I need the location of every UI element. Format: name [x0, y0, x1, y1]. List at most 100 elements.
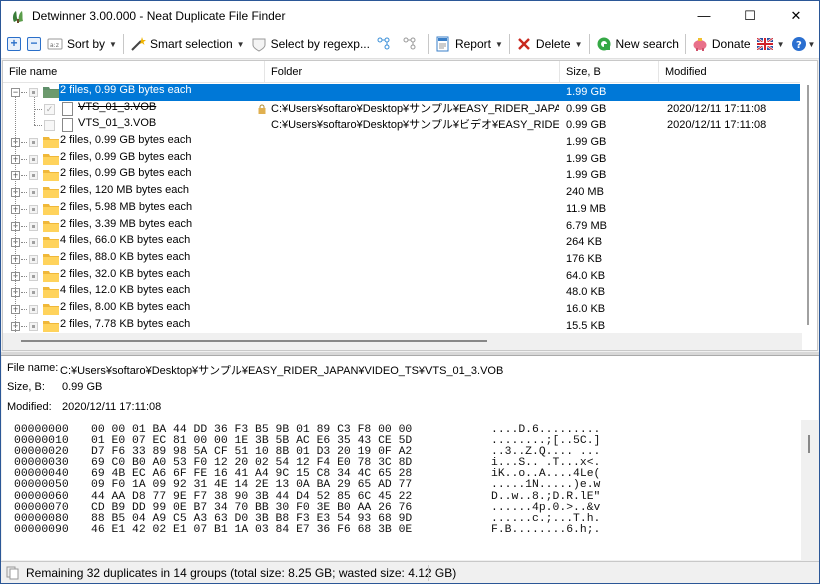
- tree-connector: [21, 208, 27, 210]
- group-row[interactable]: +2 files, 120 MB bytes each 240 MB: [3, 184, 802, 201]
- group-row[interactable]: +2 files, 32.0 KB bytes each 64.0 KB: [3, 268, 802, 285]
- sort-by-button[interactable]: a:z Sort by ▼: [44, 32, 120, 56]
- hex-bytes: 09 F0 1A 09 92 31 4E 14 2E 13 0A BA 29 6…: [91, 479, 413, 492]
- group-checkbox[interactable]: [29, 138, 38, 148]
- smart-selection-button[interactable]: Smart selection ▼: [127, 32, 248, 56]
- group-checkbox[interactable]: [29, 304, 38, 314]
- modified-label: Modified:: [7, 401, 52, 413]
- tree-connector: [34, 113, 35, 126]
- group-label: 2 files, 3.39 MB bytes each: [60, 217, 193, 230]
- group-row[interactable]: +2 files, 3.39 MB bytes each 6.79 MB: [3, 218, 802, 235]
- title-bar: Detwinner 3.00.000 - Neat Duplicate File…: [1, 1, 819, 30]
- vertical-scrollbar[interactable]: [800, 61, 817, 350]
- donate-label: Donate: [711, 37, 751, 51]
- tree-connector: [34, 96, 35, 114]
- status-bar: Remaining 32 duplicates in 14 groups (to…: [1, 561, 819, 583]
- file-folder: C:¥Users¥softaro¥Desktop¥サンプル¥ビデオ¥EASY_R…: [271, 119, 559, 132]
- folder-icon: [43, 236, 59, 249]
- file-icon: [62, 118, 73, 133]
- group-size: 6.79 MB: [566, 219, 607, 232]
- smart-selection-label: Smart selection: [149, 37, 233, 51]
- piggy-bank-icon: [693, 38, 707, 51]
- group-checkbox[interactable]: [29, 88, 38, 97]
- hex-viewer[interactable]: 00000000 00 00 01 BA 44 DD 36 F3 B5 9B 01…: [14, 424, 601, 536]
- close-button[interactable]: ✕: [773, 1, 819, 30]
- app-logo-icon: [12, 10, 23, 23]
- group-checkbox[interactable]: [29, 254, 38, 264]
- group-row[interactable]: +2 files, 8.00 KB bytes each 16.0 KB: [3, 301, 802, 318]
- column-folder[interactable]: Folder: [265, 61, 560, 83]
- folder-icon: [43, 203, 59, 215]
- scrollbar-thumb[interactable]: [807, 85, 809, 325]
- help-button[interactable]: ? ▼: [788, 32, 819, 56]
- group-checkbox[interactable]: [29, 154, 38, 164]
- group-label: 2 files, 0.99 GB bytes each: [60, 134, 192, 147]
- file-row[interactable]: VTS_01_3.VOB C:¥Users¥softaro¥Desktop¥サンプ…: [3, 113, 802, 134]
- collapse-all-button[interactable]: −: [24, 32, 44, 56]
- group-checkbox[interactable]: [29, 271, 38, 281]
- column-size[interactable]: Size, B: [560, 61, 659, 83]
- scrollbar-thumb[interactable]: [21, 340, 487, 342]
- group-row[interactable]: −2 files, 0.99 GB bytes each 1.99 GB: [3, 84, 802, 101]
- group-row[interactable]: +2 files, 0.99 GB bytes each 1.99 GB: [3, 151, 802, 168]
- group-row[interactable]: +4 files, 12.0 KB bytes each 48.0 KB: [3, 284, 802, 301]
- scrollbar-thumb[interactable]: [808, 435, 810, 453]
- tree-connector: [21, 242, 27, 244]
- group-row[interactable]: +4 files, 66.0 KB bytes each 264 KB: [3, 234, 802, 251]
- group-row[interactable]: +2 files, 5.98 MB bytes each 11.9 MB: [3, 201, 802, 218]
- language-button[interactable]: ▼: [754, 32, 788, 56]
- group-checkbox[interactable]: [29, 221, 38, 231]
- duplicates-tree[interactable]: File name Folder Size, B Modified −2 fil…: [2, 60, 818, 351]
- group-checkbox[interactable]: [29, 171, 38, 181]
- delete-button[interactable]: Delete ▼: [513, 32, 586, 56]
- report-button[interactable]: Report ▼: [432, 32, 506, 56]
- group-size: 48.0 KB: [566, 286, 606, 299]
- file-row[interactable]: ✓ VTS_01_3.VOB C:¥Users¥softaro¥Desktop¥サン…: [3, 96, 802, 118]
- expand-tree-button[interactable]: [373, 32, 399, 56]
- group-checkbox[interactable]: [29, 238, 38, 248]
- select-by-regexp-button[interactable]: Select by regexp...: [248, 32, 373, 56]
- folder-icon: [43, 286, 59, 299]
- group-label: 2 files, 0.99 GB bytes each: [60, 167, 192, 180]
- file-name: VTS_01_3.VOB: [78, 117, 157, 130]
- group-checkbox[interactable]: [29, 321, 38, 331]
- lock-icon: [257, 104, 267, 114]
- group-checkbox[interactable]: [29, 288, 38, 298]
- group-row[interactable]: +2 files, 7.78 KB bytes each 15.5 KB: [3, 318, 802, 335]
- help-icon: ?: [791, 37, 806, 51]
- column-modified[interactable]: Modified: [659, 61, 802, 83]
- minimize-button[interactable]: —: [681, 1, 727, 30]
- file-checkbox[interactable]: ✓: [44, 103, 55, 115]
- group-checkbox[interactable]: [29, 188, 38, 198]
- maximize-button[interactable]: ☐: [727, 1, 773, 30]
- expand-all-button[interactable]: +: [4, 32, 24, 56]
- donate-button[interactable]: Donate: [689, 32, 754, 56]
- tree-connector: [21, 192, 27, 194]
- group-row[interactable]: +2 files, 88.0 KB bytes each 176 KB: [3, 251, 802, 268]
- hex-bytes: 46 E1 42 02 E1 07 B1 1A 03 84 E7 36 F6 6…: [91, 523, 413, 536]
- column-file-name[interactable]: File name: [3, 61, 265, 83]
- svg-text:?: ?: [796, 40, 802, 51]
- group-checkbox[interactable]: [29, 204, 38, 214]
- horizontal-scrollbar[interactable]: [3, 333, 802, 350]
- file-checkbox[interactable]: [44, 120, 55, 132]
- tree-rows: −2 files, 0.99 GB bytes each 1.99 GB ✓ VTS_…: [3, 84, 802, 336]
- file-size: 0.99 GB: [566, 119, 607, 132]
- toolbar: + − a:z Sort by ▼ Smart selection ▼ Sele…: [1, 30, 819, 59]
- status-text: Remaining 32 duplicates in 14 groups (to…: [26, 565, 457, 580]
- tree-nodes-icon: [377, 37, 390, 50]
- group-row[interactable]: +2 files, 0.99 GB bytes each 1.99 GB: [3, 134, 802, 151]
- collapse-tree-button[interactable]: [399, 32, 425, 56]
- file-modified: 2020/12/11 17:11:08: [667, 119, 767, 132]
- group-size: 1.99 GB: [566, 169, 607, 182]
- group-label: 4 files, 12.0 KB bytes each: [60, 284, 191, 297]
- folder-icon: [43, 136, 59, 149]
- folder-open-icon: [43, 86, 59, 98]
- tree-trunk: [15, 96, 16, 336]
- new-search-button[interactable]: New search: [593, 32, 682, 56]
- size-label: Size, B:: [7, 381, 45, 393]
- hex-scrollbar[interactable]: [801, 420, 818, 560]
- hex-ascii: F.B........6.h;.: [491, 523, 601, 536]
- select-by-regexp-label: Select by regexp...: [270, 37, 370, 51]
- group-row[interactable]: +2 files, 0.99 GB bytes each 1.99 GB: [3, 167, 802, 184]
